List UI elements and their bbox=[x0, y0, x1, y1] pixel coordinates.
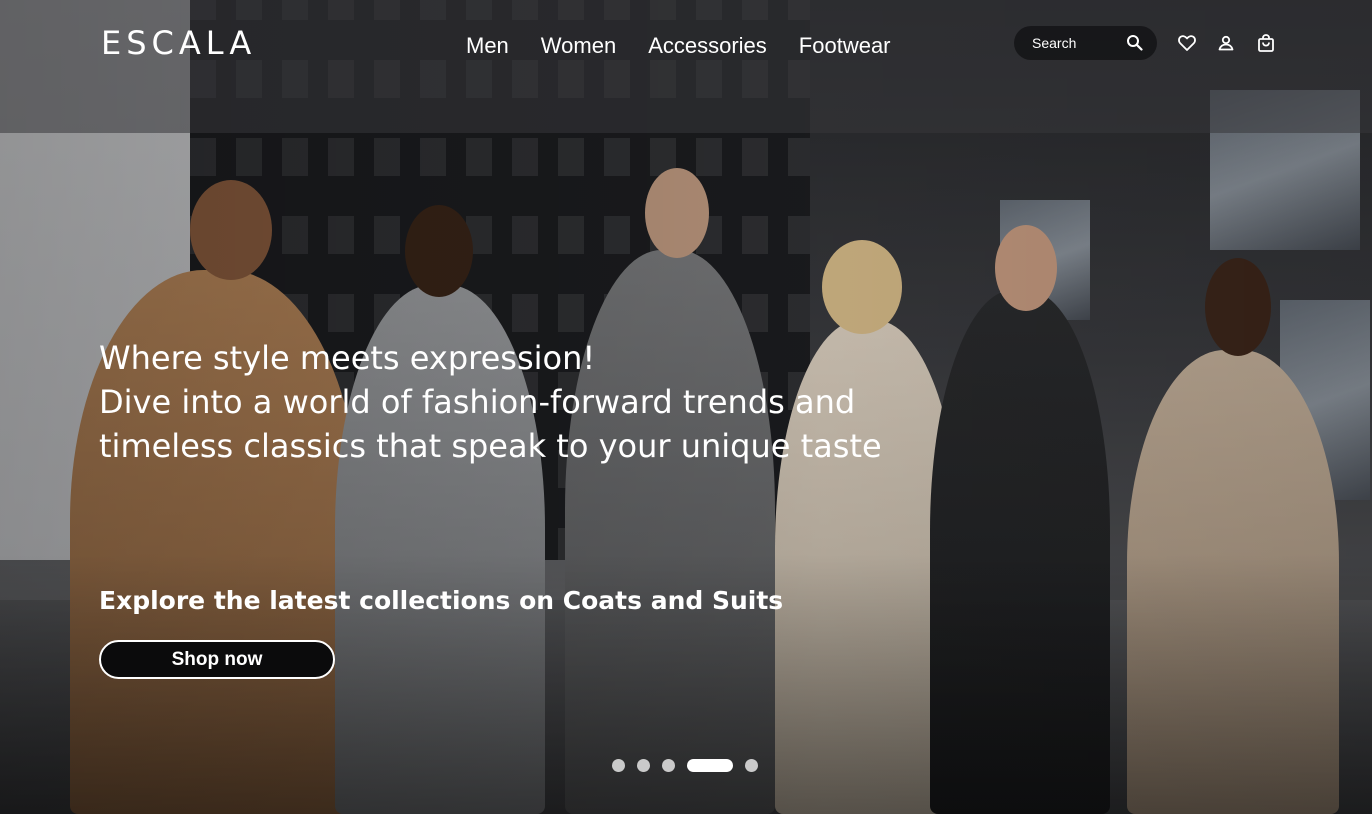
tagline-line: Where style meets expression! bbox=[99, 339, 596, 377]
main-nav: Men Women Accessories Footwear bbox=[466, 33, 891, 59]
nav-item-accessories[interactable]: Accessories bbox=[648, 33, 767, 59]
brand-logo[interactable]: ESCALA bbox=[101, 24, 256, 62]
hero-tagline: Where style meets expression! Dive into … bbox=[99, 336, 899, 468]
nav-item-footwear[interactable]: Footwear bbox=[799, 33, 891, 59]
nav-item-men[interactable]: Men bbox=[466, 33, 509, 59]
carousel-indicators bbox=[612, 759, 758, 772]
tagline-line: Dive into a world of fashion-forward tre… bbox=[99, 383, 856, 421]
shop-now-button[interactable]: Shop now bbox=[99, 640, 335, 679]
carousel-dot[interactable] bbox=[612, 759, 625, 772]
nav-item-women[interactable]: Women bbox=[541, 33, 616, 59]
carousel-dot[interactable] bbox=[745, 759, 758, 772]
search-placeholder: Search bbox=[1032, 35, 1077, 51]
search-icon[interactable] bbox=[1126, 34, 1143, 55]
shopping-bag-icon[interactable] bbox=[1256, 33, 1276, 53]
tagline-line: timeless classics that speak to your uni… bbox=[99, 427, 882, 465]
promo-heading: Explore the latest collections on Coats … bbox=[99, 586, 784, 615]
heart-icon[interactable] bbox=[1177, 33, 1197, 53]
carousel-dot-active[interactable] bbox=[687, 759, 733, 772]
search-input[interactable]: Search bbox=[1014, 26, 1157, 60]
user-icon[interactable] bbox=[1216, 33, 1236, 53]
carousel-dot[interactable] bbox=[637, 759, 650, 772]
site-header: ESCALA Men Women Accessories Footwear Se… bbox=[0, 0, 1372, 133]
carousel-dot[interactable] bbox=[662, 759, 675, 772]
